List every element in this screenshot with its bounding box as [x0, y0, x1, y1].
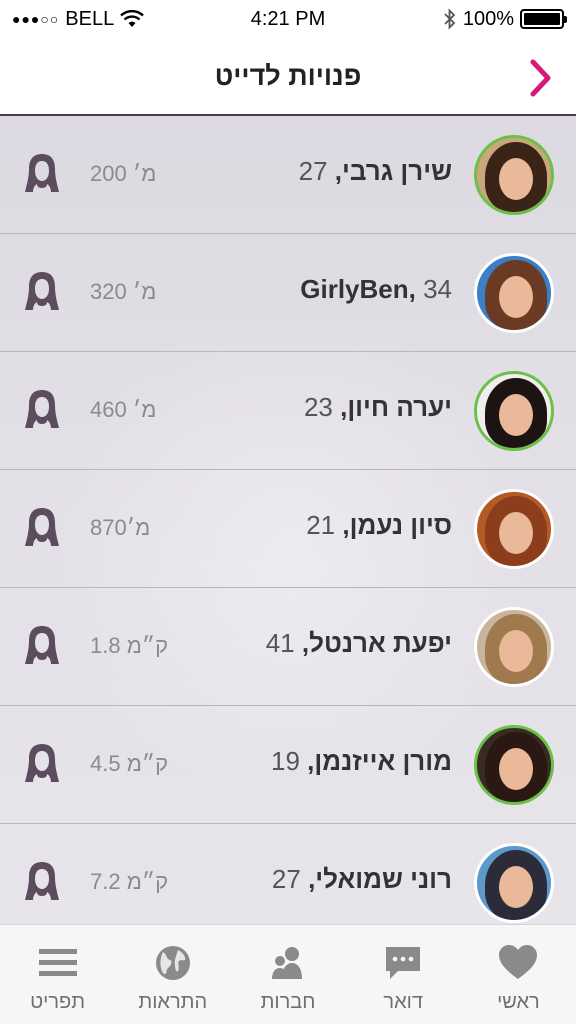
woman-silhouette-icon	[25, 272, 59, 310]
list-item[interactable]: יערה חיון, 23 460 מ׳	[0, 352, 576, 470]
nav-bar: פנויות לדייט	[0, 38, 576, 116]
avatar[interactable]	[474, 253, 554, 333]
woman-silhouette-icon	[25, 390, 59, 428]
user-age: 19	[270, 746, 300, 776]
tab-menu[interactable]: תפריט	[0, 925, 115, 1024]
avatar-face	[499, 158, 533, 200]
avatar[interactable]	[474, 843, 554, 923]
user-name: GirlyBen,	[300, 274, 416, 304]
battery-percent: 100%	[462, 7, 514, 30]
avatar-face	[499, 276, 533, 318]
avatar[interactable]	[474, 489, 554, 569]
user-age: 34	[423, 274, 452, 304]
tab-friends[interactable]: חברות	[230, 925, 345, 1024]
avatar-face	[499, 394, 533, 436]
tab-notifications[interactable]: התראות	[115, 925, 230, 1024]
user-name-age: שירן גרבי, 27	[299, 156, 452, 187]
user-age: 41	[265, 628, 295, 658]
tab-bar: ראשי דואר חברות התראות תפריט	[0, 924, 576, 1024]
user-name: רוני שמואלי,	[308, 864, 452, 894]
user-age: 27	[298, 156, 328, 186]
list-item[interactable]: רוני שמואלי, 27 7.2 ק״מ	[0, 824, 576, 924]
user-distance: 320 מ׳	[90, 279, 157, 304]
friends-icon	[268, 943, 308, 983]
user-distance: 4.5 ק״מ	[90, 751, 169, 776]
user-name-age: יערה חיון, 23	[304, 392, 452, 423]
user-name: סיון נעמן,	[342, 510, 452, 540]
user-distance: 7.2 ק״מ	[90, 869, 169, 894]
status-left: ●●●○○ BELL	[12, 7, 145, 31]
battery-icon	[520, 9, 567, 29]
tab-label: תפריט	[30, 991, 86, 1013]
carrier-name: BELL	[65, 7, 115, 30]
user-distance: 1.8 ק״מ	[90, 633, 169, 658]
list-item[interactable]: סיון נעמן, 21 870מ׳	[0, 470, 576, 588]
page-title: פנויות לדייט	[214, 60, 362, 91]
tab-label: ראשי	[497, 991, 540, 1013]
back-button[interactable]	[526, 58, 556, 98]
signal-strength-icon: ●●●○○	[12, 11, 60, 27]
user-name: מורן אייזנמן,	[307, 746, 452, 776]
globe-icon	[153, 943, 193, 983]
user-name-age: סיון נעמן, 21	[306, 510, 452, 541]
avatar[interactable]	[474, 607, 554, 687]
user-name: יערה חיון,	[340, 392, 452, 422]
list-item[interactable]: GirlyBen, 34 320 מ׳	[0, 234, 576, 352]
user-distance: 200 מ׳	[90, 161, 157, 186]
user-name-age: רוני שמואלי, 27	[272, 864, 452, 895]
user-age: 23	[303, 392, 333, 422]
user-name: שירן גרבי,	[334, 156, 452, 186]
user-list: שירן גרבי, 27 200 מ׳ GirlyBen, 34 320 מ׳ יער…	[0, 116, 576, 924]
user-age: 27	[271, 864, 301, 894]
avatar[interactable]	[474, 371, 554, 451]
avatar-face	[499, 512, 533, 554]
heart-icon	[498, 943, 538, 983]
status-right: 100%	[443, 7, 567, 31]
tab-label: חברות	[260, 991, 316, 1013]
user-name-age: מורן אייזנמן, 19	[271, 746, 452, 777]
user-name-age: יפעת ארנטל, 41	[266, 628, 452, 659]
bluetooth-icon	[444, 8, 456, 30]
avatar-face	[499, 866, 533, 908]
avatar[interactable]	[474, 725, 554, 805]
wifi-icon	[120, 10, 145, 27]
avatar-face	[499, 630, 533, 672]
user-age: 21	[306, 510, 336, 540]
tab-home[interactable]: ראשי	[461, 925, 576, 1024]
woman-silhouette-icon	[25, 508, 59, 546]
user-name-age: GirlyBen, 34	[300, 274, 452, 305]
user-distance: 460 מ׳	[90, 397, 157, 422]
tab-label: התראות	[138, 991, 208, 1013]
avatar[interactable]	[474, 135, 554, 215]
woman-silhouette-icon	[25, 626, 59, 664]
woman-silhouette-icon	[25, 154, 59, 192]
tab-label: דואר	[383, 991, 423, 1013]
user-distance: 870מ׳	[90, 515, 151, 540]
status-bar: ●●●○○ BELL 4:21 PM 100%	[0, 0, 576, 38]
menu-icon	[38, 943, 78, 983]
avatar-face	[499, 748, 533, 790]
chat-bubble-icon	[383, 943, 423, 983]
chevron-right-icon	[530, 59, 551, 97]
list-item[interactable]: מורן אייזנמן, 19 4.5 ק״מ	[0, 706, 576, 824]
list-item[interactable]: שירן גרבי, 27 200 מ׳	[0, 116, 576, 234]
tab-mail[interactable]: דואר	[346, 925, 461, 1024]
battery-fill	[524, 13, 560, 25]
woman-silhouette-icon	[25, 744, 59, 782]
user-name: יפעת ארנטל,	[301, 628, 452, 658]
woman-silhouette-icon	[25, 862, 59, 900]
list-item[interactable]: יפעת ארנטל, 41 1.8 ק״מ	[0, 588, 576, 706]
